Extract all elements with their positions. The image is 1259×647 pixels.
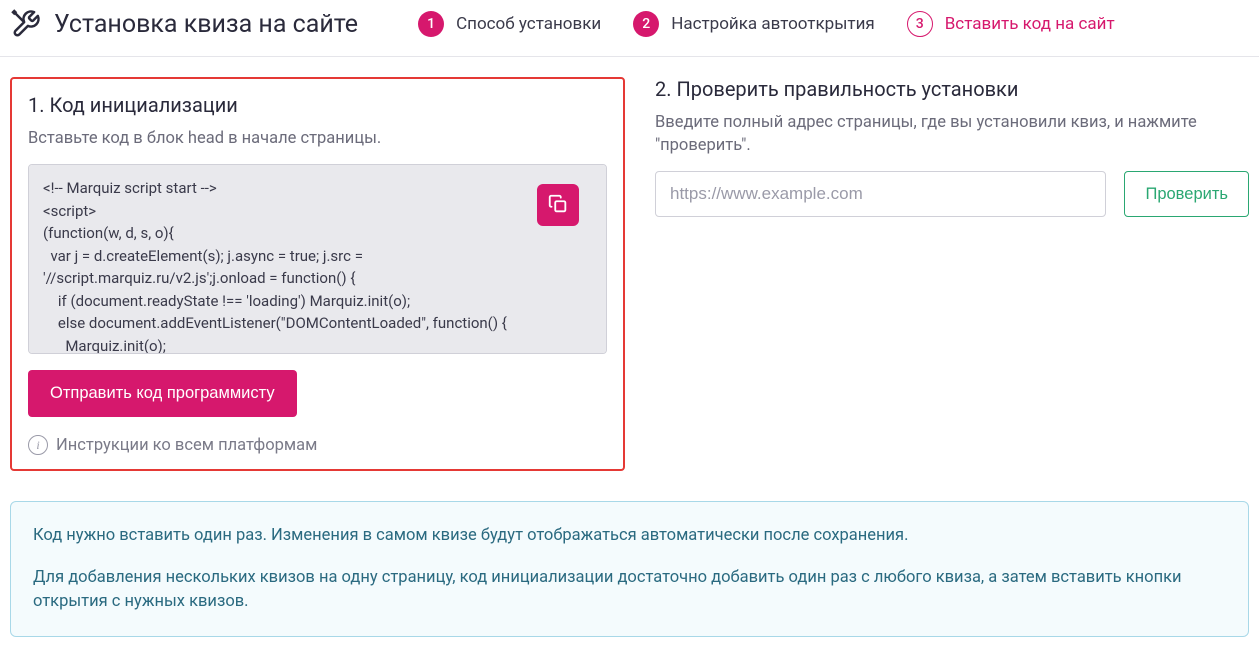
step-badge-2: 2: [633, 11, 659, 37]
verify-desc: Введите полный адрес страницы, где вы ус…: [655, 111, 1249, 157]
step-badge-1: 1: [418, 11, 444, 37]
init-code-desc: Вставьте код в блок head в начале страни…: [28, 127, 607, 150]
url-input[interactable]: [655, 171, 1106, 217]
instructions-link[interactable]: i Инструкции ко всем платформам: [28, 435, 607, 455]
copy-icon: [547, 193, 569, 218]
tools-icon: [10, 8, 42, 40]
step-label-1: Способ установки: [456, 14, 601, 34]
note-line-1: Код нужно вставить один раз. Изменения в…: [33, 524, 1226, 548]
page-title: Установка квиза на сайте: [54, 10, 358, 39]
step-badge-3: 3: [907, 11, 933, 37]
step-1[interactable]: 1 Способ установки: [418, 11, 601, 37]
instructions-label: Инструкции ко всем платформам: [56, 436, 317, 455]
header: Установка квиза на сайте 1 Способ устано…: [0, 0, 1259, 57]
info-note: Код нужно вставить один раз. Изменения в…: [10, 501, 1249, 637]
init-code-panel: 1. Код инициализации Вставьте код в блок…: [10, 77, 625, 471]
code-block[interactable]: <!-- Marquiz script start --> <script> (…: [29, 165, 606, 354]
step-label-2: Настройка автооткрытия: [671, 14, 875, 34]
step-3[interactable]: 3 Вставить код на сайт: [907, 11, 1115, 37]
code-scroll[interactable]: <!-- Marquiz script start --> <script> (…: [28, 164, 607, 354]
copy-button[interactable]: [537, 184, 579, 226]
check-button[interactable]: Проверить: [1124, 171, 1249, 217]
init-code-title: 1. Код инициализации: [28, 93, 607, 117]
step-2[interactable]: 2 Настройка автооткрытия: [633, 11, 875, 37]
verify-panel: 2. Проверить правильность установки Введ…: [655, 77, 1249, 471]
step-label-3: Вставить код на сайт: [945, 14, 1115, 34]
send-to-developer-button[interactable]: Отправить код программисту: [28, 370, 297, 417]
note-line-2: Для добавления нескольких квизов на одну…: [33, 566, 1226, 614]
steps: 1 Способ установки 2 Настройка автооткры…: [418, 11, 1115, 37]
info-icon: i: [28, 435, 48, 455]
verify-title: 2. Проверить правильность установки: [655, 77, 1249, 101]
